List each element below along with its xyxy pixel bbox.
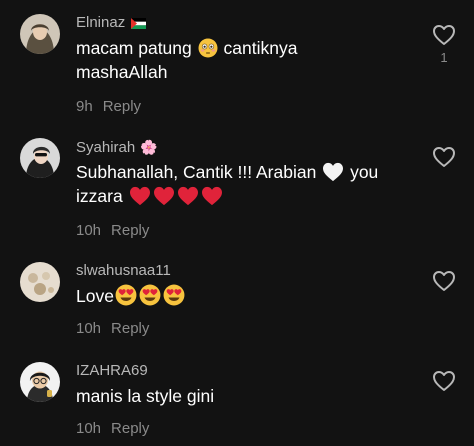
- reply-button[interactable]: Reply: [103, 98, 141, 115]
- flushed-face-emoji: [198, 38, 218, 58]
- red-heart-emoji: [129, 186, 151, 206]
- comment-username[interactable]: Elninaz: [76, 14, 147, 32]
- like-count: 1: [440, 50, 448, 65]
- comment-time: 10h: [76, 222, 102, 239]
- comment-text: Subhanallah, Cantik !!! Arabian you izza…: [76, 162, 379, 206]
- red-heart-emoji: [201, 186, 223, 206]
- avatar[interactable]: [20, 362, 60, 402]
- comment-text: Love: [76, 284, 406, 308]
- comment-item: Syahirah 🌸 Subhanallah, Cantik !!! Arabia…: [0, 138, 474, 248]
- comment-text: manis la style gini: [76, 386, 215, 406]
- like-control: 1: [431, 24, 457, 65]
- heart-outline-icon[interactable]: [432, 24, 456, 46]
- reply-button[interactable]: Reply: [111, 320, 149, 337]
- comment-list: Elninaz macam patung cantiknya mashaAlla…: [0, 0, 474, 446]
- like-control: [431, 370, 457, 392]
- avatar-image: [20, 262, 60, 302]
- heart-outline-icon[interactable]: [432, 370, 456, 392]
- comment-username[interactable]: IZAHRA69: [76, 362, 148, 380]
- comment-time: 10h: [76, 420, 102, 437]
- like-control: [431, 270, 457, 292]
- comment-time: 10h: [76, 320, 102, 337]
- like-control: [431, 146, 457, 168]
- comment-item: slwahusnaa11 Love 10h Reply: [0, 262, 474, 346]
- heart-eyes-emoji: [115, 284, 137, 306]
- comment-meta: 10h Reply: [76, 320, 149, 338]
- avatar-image: [20, 138, 60, 178]
- avatar[interactable]: [20, 14, 60, 54]
- comment-meta: 9h Reply: [76, 98, 141, 116]
- red-heart-emoji: [153, 186, 175, 206]
- comment-item: Elninaz macam patung cantiknya mashaAlla…: [0, 14, 474, 124]
- comment-meta: 10h Reply: [76, 222, 149, 240]
- cherry-blossom-emoji: 🌸: [140, 139, 158, 155]
- avatar-image: [20, 14, 60, 54]
- heart-eyes-emoji: [139, 284, 161, 306]
- reply-button[interactable]: Reply: [111, 420, 149, 437]
- avatar[interactable]: [20, 262, 60, 302]
- palestine-flag-icon: [131, 18, 147, 29]
- avatar[interactable]: [20, 138, 60, 178]
- heart-eyes-emoji: [163, 284, 185, 306]
- comment-time: 9h: [76, 98, 93, 115]
- heart-outline-icon[interactable]: [432, 270, 456, 292]
- comment-username[interactable]: slwahusnaa11: [76, 262, 171, 280]
- white-heart-emoji: [322, 162, 344, 182]
- comment-text: macam patung cantiknya mashaAllah: [76, 38, 298, 82]
- comment-username[interactable]: Syahirah 🌸: [76, 138, 158, 157]
- heart-outline-icon[interactable]: [432, 146, 456, 168]
- comment-meta: 10h Reply: [76, 420, 149, 438]
- avatar-image: [20, 362, 60, 402]
- red-heart-emoji: [177, 186, 199, 206]
- comment-item: IZAHRA69 manis la style gini 10h Reply: [0, 362, 474, 446]
- reply-button[interactable]: Reply: [111, 222, 149, 239]
